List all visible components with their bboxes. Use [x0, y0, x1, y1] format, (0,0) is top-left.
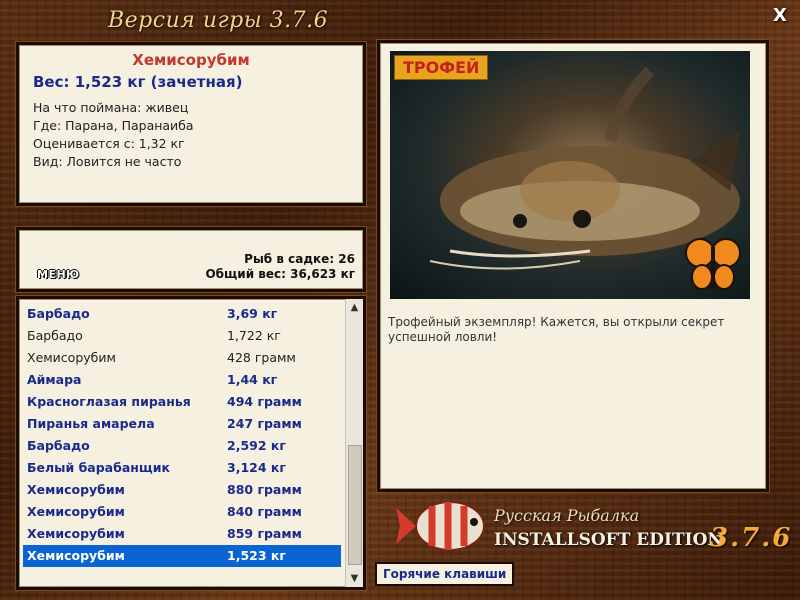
- catch-fish-name: Белый барабанщик: [27, 460, 170, 475]
- catch-fish-weight: 880 грамм: [227, 482, 302, 497]
- catch-fish-name: Хемисорубим: [27, 504, 125, 519]
- catch-fish-name: Хемисорубим: [27, 350, 116, 365]
- close-button[interactable]: X: [770, 6, 790, 26]
- fish-count: Рыб в садке: 26: [244, 252, 355, 266]
- scroll-thumb[interactable]: [348, 445, 362, 565]
- catch-list-item[interactable]: Красноглазая пиранья 494 грамм: [23, 391, 341, 413]
- catch-list-scrollbar[interactable]: ▲ ▼: [345, 299, 363, 587]
- catch-fish-name: Барбадо: [27, 306, 90, 321]
- catch-list-item[interactable]: Хемисорубим 859 грамм: [23, 523, 341, 545]
- catch-fish-name: Хемисорубим: [27, 548, 125, 563]
- catch-list-item[interactable]: Хемисорубим 840 грамм: [23, 501, 341, 523]
- butterfly-icon: [685, 238, 741, 290]
- fish-bait: На что поймана: живец: [33, 100, 189, 115]
- brand-version: 3.7.6: [710, 523, 793, 553]
- fish-threshold: Оценивается с: 1,32 кг: [33, 136, 185, 151]
- trophy-badge: ТРОФЕЙ: [394, 55, 489, 80]
- brand-line2: INSTALLSOFT EDITION: [494, 530, 723, 550]
- catch-fish-weight: 428 грамм: [227, 350, 296, 365]
- trophy-message: Трофейный экземпляр! Кажется, вы открыли…: [388, 315, 725, 344]
- catch-fish-weight: 1,523 кг: [227, 548, 286, 563]
- fish-location: Где: Парана, Паранаиба: [33, 118, 194, 133]
- catch-fish-weight: 3,69 кг: [227, 306, 278, 321]
- brand-line1: Русская Рыбалка: [494, 506, 640, 525]
- catch-fish-name: Барбадо: [27, 328, 83, 343]
- stats-panel: МЕНЮ Рыб в садке: 26 Общий вес: 36,623 к…: [16, 227, 366, 292]
- catch-list-panel: Барбадо 3,69 кг Барбадо 1,722 кг Хемисорубим…: [16, 296, 366, 590]
- fish-info-panel: Хемисорубим Вес: 1,523 кг (зачетная) На …: [16, 42, 366, 206]
- catch-fish-name: Красноглазая пиранья: [27, 394, 191, 409]
- catch-fish-weight: 859 грамм: [227, 526, 302, 541]
- catch-list: Барбадо 3,69 кг Барбадо 1,722 кг Хемисорубим…: [23, 303, 341, 567]
- catch-list-item[interactable]: Барбадо 2,592 кг: [23, 435, 341, 457]
- fish-weight: Вес: 1,523 кг (зачетная): [33, 73, 243, 91]
- catch-list-item[interactable]: Хемисорубим 880 грамм: [23, 479, 341, 501]
- catch-fish-name: Хемисорубим: [27, 526, 125, 541]
- catch-list-item[interactable]: Пиранья амарела 247 грамм: [23, 413, 341, 435]
- catch-fish-name: Пиранья амарела: [27, 416, 155, 431]
- catch-fish-name: Хемисорубим: [27, 482, 125, 497]
- scroll-down-icon[interactable]: ▼: [346, 570, 363, 587]
- scroll-up-icon[interactable]: ▲: [346, 299, 363, 316]
- catch-fish-weight: 1,722 кг: [227, 328, 281, 343]
- catch-list-item[interactable]: Аймара 1,44 кг: [23, 369, 341, 391]
- catch-list-item[interactable]: Белый барабанщик 3,124 кг: [23, 457, 341, 479]
- window-title: Версия игры 3.7.6: [108, 8, 329, 33]
- catch-fish-name: Аймара: [27, 372, 82, 387]
- catch-list-item[interactable]: Барбадо 3,69 кг: [23, 303, 341, 325]
- hotkeys-button[interactable]: Горячие клавиши: [375, 562, 515, 586]
- logo-fish-icon: [396, 501, 485, 551]
- catch-list-item[interactable]: Барбадо 1,722 кг: [23, 325, 341, 347]
- menu-button[interactable]: МЕНЮ: [37, 268, 80, 281]
- trophy-fish-image: ТРОФЕЙ: [390, 51, 750, 299]
- fish-name: Хемисорубим: [132, 51, 250, 69]
- catch-fish-weight: 2,592 кг: [227, 438, 286, 453]
- trophy-panel: ТРОФЕЙ Трофейный экземпляр! Кажется, вы …: [377, 40, 769, 492]
- catch-fish-name: Барбадо: [27, 438, 90, 453]
- catfish-illustration: [429, 66, 741, 290]
- catch-list-item[interactable]: Хемисорубим 428 грамм: [23, 347, 341, 369]
- catch-fish-weight: 3,124 кг: [227, 460, 286, 475]
- catch-list-item[interactable]: Хемисорубим 1,523 кг: [23, 545, 341, 567]
- catch-fish-weight: 1,44 кг: [227, 372, 278, 387]
- total-weight: Общий вес: 36,623 кг: [205, 267, 355, 281]
- catch-fish-weight: 247 грамм: [227, 416, 302, 431]
- fish-rarity: Вид: Ловится не часто: [33, 154, 182, 169]
- catch-fish-weight: 840 грамм: [227, 504, 302, 519]
- catch-fish-weight: 494 грамм: [227, 394, 302, 409]
